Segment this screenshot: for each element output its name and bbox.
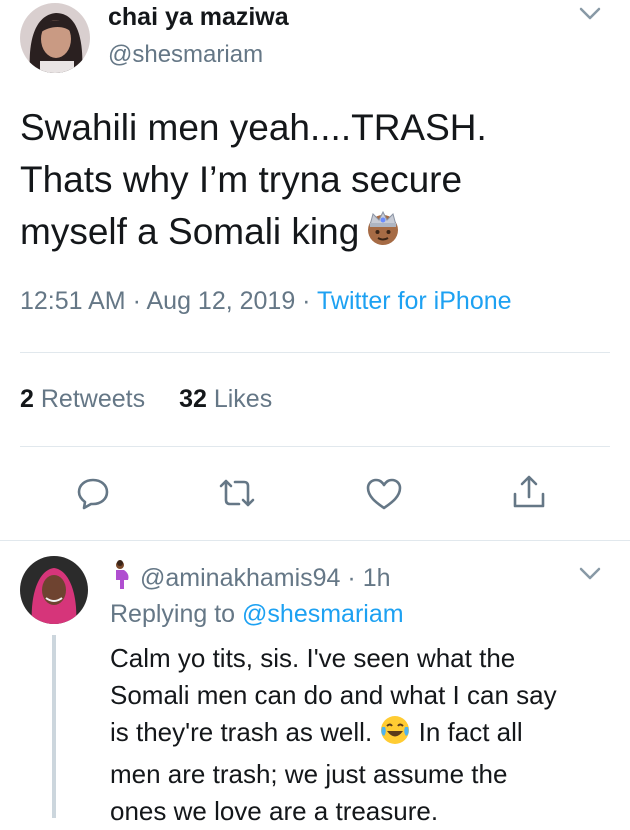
reply-chevron-down-icon[interactable] xyxy=(578,566,602,582)
author-display-name[interactable]: chai ya maziwa xyxy=(108,3,289,32)
reply-icon[interactable] xyxy=(76,476,110,510)
replying-to: Replying to @shesmariam xyxy=(110,600,404,629)
tweet-text: Swahili men yeah....TRASH. Thats why I’m … xyxy=(20,102,620,262)
reply-handle[interactable]: @aminakhamis94 xyxy=(140,564,340,592)
tweet-time: 12:51 AM xyxy=(20,287,126,315)
meta-separator-1: · xyxy=(125,287,147,315)
tweet-date[interactable]: Aug 12, 2019 xyxy=(146,287,295,315)
reply-time: 1h xyxy=(362,564,391,592)
tweet-line-3: myself a Somali king xyxy=(20,206,620,262)
pregnant-woman-icon xyxy=(110,560,132,597)
retweets-stat[interactable]: 2 Retweets xyxy=(20,385,145,413)
divider-bottom xyxy=(0,540,630,541)
likes-count: 32 xyxy=(179,385,207,413)
replying-prefix: Replying to xyxy=(110,600,243,628)
author-handle[interactable]: @shesmariam xyxy=(108,41,263,69)
reply-author-avatar[interactable] xyxy=(20,556,88,624)
share-icon[interactable] xyxy=(511,474,547,510)
like-icon[interactable] xyxy=(365,477,403,511)
thread-line xyxy=(52,635,56,818)
tweet-source-link[interactable]: Twitter for iPhone xyxy=(317,287,512,315)
tweet-stats: 2 Retweets 32 Likes xyxy=(20,385,272,414)
meta-separator-2: · xyxy=(295,287,317,315)
tweet-line-2: Thats why I’m tryna secure xyxy=(20,159,463,200)
chevron-down-icon[interactable] xyxy=(578,6,602,22)
replying-to-link[interactable]: @shesmariam xyxy=(242,600,404,628)
reply-separator: · xyxy=(340,564,363,592)
reply-header: @aminakhamis94 · 1h xyxy=(110,560,391,597)
tweet-line-3-text: myself a Somali king xyxy=(20,211,360,252)
reply-text: Calm yo tits, sis. I've seen what the So… xyxy=(110,640,625,830)
retweets-count: 2 xyxy=(20,385,34,413)
divider-middle xyxy=(20,446,610,447)
avatar-photo xyxy=(20,3,90,73)
divider-top xyxy=(20,352,610,353)
likes-label: Likes xyxy=(213,385,273,413)
tweet-meta: 12:51 AM · Aug 12, 2019 · Twitter for iP… xyxy=(20,287,512,316)
retweets-label: Retweets xyxy=(40,385,146,413)
reply-avatar-photo xyxy=(20,556,88,624)
likes-stat[interactable]: 32 Likes xyxy=(179,385,272,413)
tears-of-joy-emoji-icon xyxy=(379,714,411,756)
author-avatar[interactable] xyxy=(20,3,90,73)
prince-emoji-icon xyxy=(363,208,403,262)
retweet-icon[interactable] xyxy=(217,478,257,508)
tweet-line-1: Swahili men yeah....TRASH. xyxy=(20,107,487,148)
